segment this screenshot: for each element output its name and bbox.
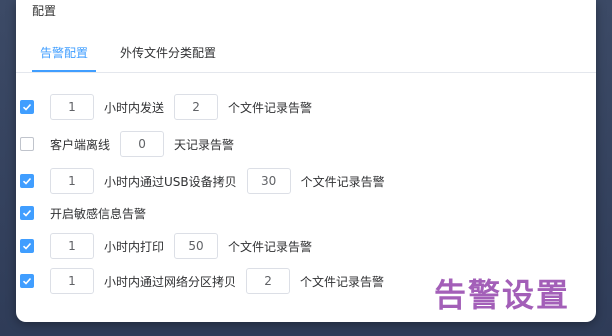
sensitive-label: 开启敏感信息告警: [50, 206, 147, 221]
print-file-count-label: 个文件记录告警: [228, 239, 313, 254]
offline-days-label: 天记录告警: [174, 137, 235, 152]
offline-days-input[interactable]: 0: [120, 131, 165, 157]
check-icon: [22, 177, 32, 185]
check-icon: [22, 277, 32, 285]
send-hours-input[interactable]: 1: [50, 94, 94, 120]
alert-row-network: 1 小时内通过网络分区拷贝 2 个文件记录告警: [20, 268, 394, 294]
tab-bar: 告警配置 外传文件分类配置: [16, 36, 596, 73]
network-file-count-label: 个文件记录告警: [300, 274, 385, 289]
print-alert-checkbox[interactable]: [20, 239, 34, 253]
alert-row-send: 1 小时内发送 2 个文件记录告警: [20, 94, 322, 120]
tab-alert-config[interactable]: 告警配置: [32, 36, 97, 72]
sensitive-alert-checkbox[interactable]: [20, 206, 34, 220]
alert-row-offline: 客户端离线 0 天记录告警: [20, 131, 244, 157]
check-icon: [22, 242, 32, 250]
usb-file-count-input[interactable]: 30: [246, 168, 291, 194]
usb-file-count-label: 个文件记录告警: [300, 174, 385, 189]
print-file-count-input[interactable]: 50: [174, 233, 219, 259]
network-hours-label: 小时内通过网络分区拷贝: [104, 274, 237, 289]
send-hours-label: 小时内发送: [104, 100, 165, 115]
offline-label: 客户端离线: [50, 137, 111, 152]
check-icon: [22, 103, 32, 111]
send-file-count-input[interactable]: 2: [174, 94, 219, 120]
usb-alert-checkbox[interactable]: [20, 174, 34, 188]
alert-row-sensitive: 开启敏感信息告警: [20, 200, 146, 226]
send-alert-checkbox[interactable]: [20, 100, 34, 114]
network-file-count-input[interactable]: 2: [246, 268, 291, 294]
check-icon: [22, 209, 32, 217]
usb-hours-input[interactable]: 1: [50, 168, 94, 194]
alert-row-print: 1 小时内打印 50 个文件记录告警: [20, 233, 322, 259]
usb-hours-label: 小时内通过USB设备拷贝: [104, 174, 237, 189]
network-alert-checkbox[interactable]: [20, 274, 34, 288]
alert-row-usb: 1 小时内通过USB设备拷贝 30 个文件记录告警: [20, 168, 395, 194]
send-file-count-label: 个文件记录告警: [228, 100, 313, 115]
print-hours-label: 小时内打印: [104, 239, 165, 254]
offline-alert-checkbox[interactable]: [20, 137, 34, 151]
dialog-title: 配置: [32, 4, 57, 18]
network-hours-input[interactable]: 1: [50, 268, 94, 294]
tab-outgoing-file-category[interactable]: 外传文件分类配置: [112, 36, 224, 71]
alert-settings-watermark: 告警设置: [434, 276, 571, 314]
print-hours-input[interactable]: 1: [50, 233, 94, 259]
